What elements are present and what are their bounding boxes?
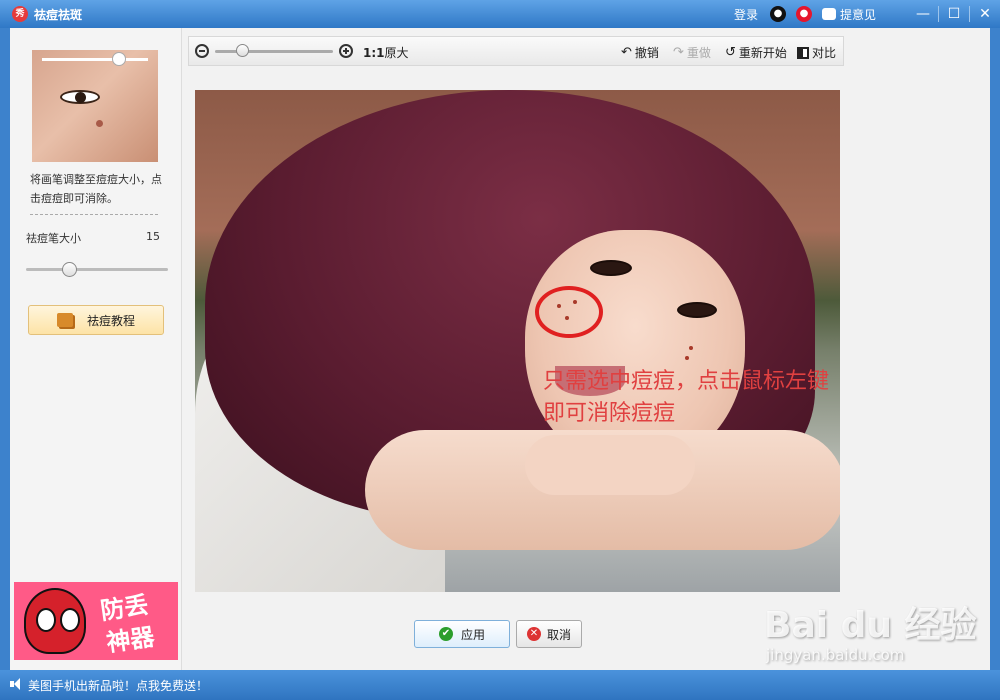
feedback-button[interactable]: 提意见: [821, 6, 876, 23]
feedback-label: 提意见: [839, 7, 876, 22]
acne-spot: [685, 356, 689, 360]
title-bar-actions: 登录 ● ● 提意见 — ☐ ✕: [734, 0, 1000, 28]
tutorial-button[interactable]: 祛痘教程: [28, 305, 164, 335]
acne-highlight-circle: [535, 286, 603, 338]
minimize-button[interactable]: —: [912, 3, 934, 25]
redo-icon: ↷: [673, 45, 684, 60]
login-link[interactable]: 登录: [734, 6, 758, 23]
status-bar: 美图手机出新品啦！点我免费送！: [0, 670, 1000, 700]
compare-icon: [797, 46, 809, 59]
status-promo-link[interactable]: 美图手机出新品啦！点我免费送！: [28, 677, 208, 694]
cancel-x-icon: ✕: [526, 627, 541, 641]
actual-size-button[interactable]: 1:1原大: [363, 44, 409, 61]
photo-eye-left: [590, 260, 632, 276]
zoom-slider-track[interactable]: [215, 50, 333, 53]
actual-size-label: 原大: [384, 46, 409, 60]
editor-toolbar: 1:1原大 ↶ 撤销 ↷ 重做 ↺ 重新开始 对比: [188, 36, 844, 66]
annotation-text: 只需选中痘痘，点击鼠标左键即可消除痘痘: [543, 369, 830, 426]
weibo-icon[interactable]: ●: [795, 6, 812, 22]
compare-label: 对比: [812, 46, 837, 60]
app-logo-icon: 秀: [12, 6, 28, 22]
window-title: 祛痘祛斑: [34, 8, 83, 22]
watermark-url: jingyan.baidu.com: [766, 646, 905, 664]
workspace: 1:1原大 ↶ 撤销 ↷ 重做 ↺ 重新开始 对比 只需选中痘痘，点击鼠标左键即…: [188, 36, 844, 660]
undo-label: 撤销: [634, 46, 659, 60]
photo-eye-right: [677, 302, 717, 318]
right-panel: [856, 28, 990, 670]
main-content: 将画笔调整至痘痘大小，点击痘痘即可消除。 祛痘笔大小 15 祛痘教程 防丢 神器…: [10, 28, 990, 670]
acne-spot: [557, 304, 561, 308]
brush-size-label: 祛痘笔大小: [26, 232, 81, 245]
baidu-jingyan-logo: Bai du 经验: [764, 605, 977, 646]
apply-button[interactable]: ✔ 应用: [414, 620, 510, 648]
zoom-out-icon[interactable]: [195, 44, 209, 58]
sidebar-divider: [30, 214, 158, 215]
zoom-slider-knob[interactable]: [236, 44, 250, 57]
photo-hand: [525, 435, 695, 495]
qq-icon[interactable]: ●: [769, 6, 786, 22]
acne-spot: [689, 346, 693, 350]
preview-slider-knob: [112, 52, 126, 66]
close-button[interactable]: ✕: [974, 3, 996, 25]
speech-bubble-icon: [821, 8, 836, 20]
cancel-button[interactable]: ✕ 取消: [516, 620, 582, 648]
actual-size-ratio: 1:1: [363, 46, 385, 60]
speaker-icon: [10, 678, 22, 690]
ad-banner[interactable]: 防丢 神器: [14, 582, 178, 660]
apply-button-label: 应用: [460, 627, 485, 642]
window-button-divider: [969, 6, 970, 22]
zoom-in-icon[interactable]: [339, 44, 353, 58]
preview-acne-spot: [96, 120, 103, 127]
window-button-divider: [938, 6, 939, 22]
book-icon: [56, 313, 73, 327]
preview-eye: [60, 90, 100, 104]
maximize-button[interactable]: ☐: [943, 3, 965, 25]
compare-button[interactable]: 对比: [797, 44, 836, 61]
redo-label: 重做: [686, 46, 711, 60]
acne-spot: [573, 300, 577, 304]
spiderman-mascot-icon: [24, 588, 86, 654]
photo-canvas[interactable]: 只需选中痘痘，点击鼠标左键即可消除痘痘: [195, 90, 840, 592]
brush-preview-image: [32, 50, 158, 162]
preview-slider-track: [42, 58, 148, 61]
undo-icon: ↶: [621, 45, 632, 60]
redo-button[interactable]: ↷ 重做: [673, 44, 711, 61]
tutorial-button-label: 祛痘教程: [86, 313, 135, 328]
reset-button[interactable]: ↺ 重新开始: [725, 44, 787, 61]
reset-label: 重新开始: [738, 46, 787, 60]
reset-icon: ↺: [725, 45, 736, 60]
brush-size-slider-track[interactable]: [26, 268, 168, 271]
brush-hint-text: 将画笔调整至痘痘大小，点击痘痘即可消除。: [30, 173, 162, 205]
undo-button[interactable]: ↶ 撤销: [621, 44, 659, 61]
title-bar: 秀 祛痘祛斑 登录 ● ● 提意见 — ☐ ✕: [0, 0, 1000, 28]
dialog-buttons: ✔ 应用 ✕ 取消: [188, 620, 844, 652]
acne-spot: [565, 316, 569, 320]
baidu-watermark: Bai du 经验 jingyan.baidu.com: [764, 596, 977, 664]
sidebar: 将画笔调整至痘痘大小，点击痘痘即可消除。 祛痘笔大小 15 祛痘教程 防丢 神器: [10, 28, 182, 670]
checkmark-icon: ✔: [438, 627, 453, 641]
ad-text-line2: 神器: [104, 622, 157, 658]
cancel-button-label: 取消: [546, 627, 571, 642]
brush-size-slider-knob[interactable]: [61, 262, 77, 277]
brush-size-value: 15: [146, 230, 160, 243]
